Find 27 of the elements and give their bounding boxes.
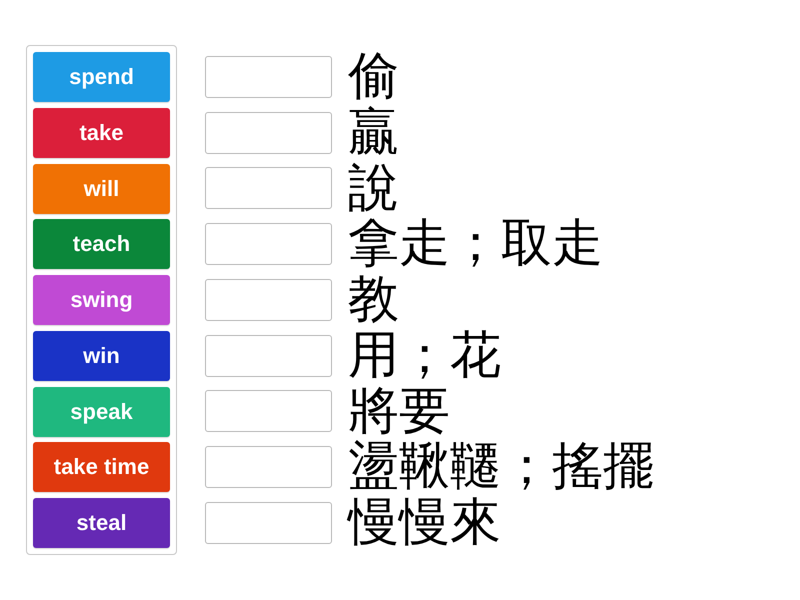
word-tile[interactable]: will — [33, 164, 170, 214]
word-tile[interactable]: steal — [33, 498, 170, 548]
word-tile[interactable]: teach — [33, 219, 170, 270]
definition-text: 盪鞦韆；搖擺 — [348, 439, 654, 495]
word-tile[interactable]: speak — [33, 386, 170, 436]
answer-box[interactable] — [205, 56, 332, 98]
word-tile[interactable]: spend — [33, 52, 170, 102]
definition-text: 贏 — [348, 104, 399, 160]
definition-text: 偷 — [348, 49, 399, 105]
definition-text: 拿走；取走 — [348, 216, 603, 272]
definition-text: 教 — [348, 272, 399, 328]
definition-text: 用；花 — [348, 328, 501, 384]
answer-box[interactable] — [205, 112, 332, 154]
answer-box[interactable] — [205, 223, 332, 266]
definition-text: 將要 — [348, 384, 450, 440]
answer-box[interactable] — [205, 446, 332, 488]
answer-box[interactable] — [205, 278, 332, 321]
answer-box[interactable] — [205, 334, 332, 377]
word-tile[interactable]: take time — [33, 442, 170, 492]
word-tile[interactable]: win — [33, 330, 170, 381]
answer-box[interactable] — [205, 390, 332, 432]
definition-text: 說 — [348, 160, 399, 216]
word-tile[interactable]: take — [33, 108, 170, 158]
word-tile[interactable]: swing — [33, 275, 170, 325]
definition-text: 慢慢來 — [348, 495, 501, 551]
answer-box[interactable] — [205, 502, 332, 544]
answer-box[interactable] — [205, 167, 332, 210]
